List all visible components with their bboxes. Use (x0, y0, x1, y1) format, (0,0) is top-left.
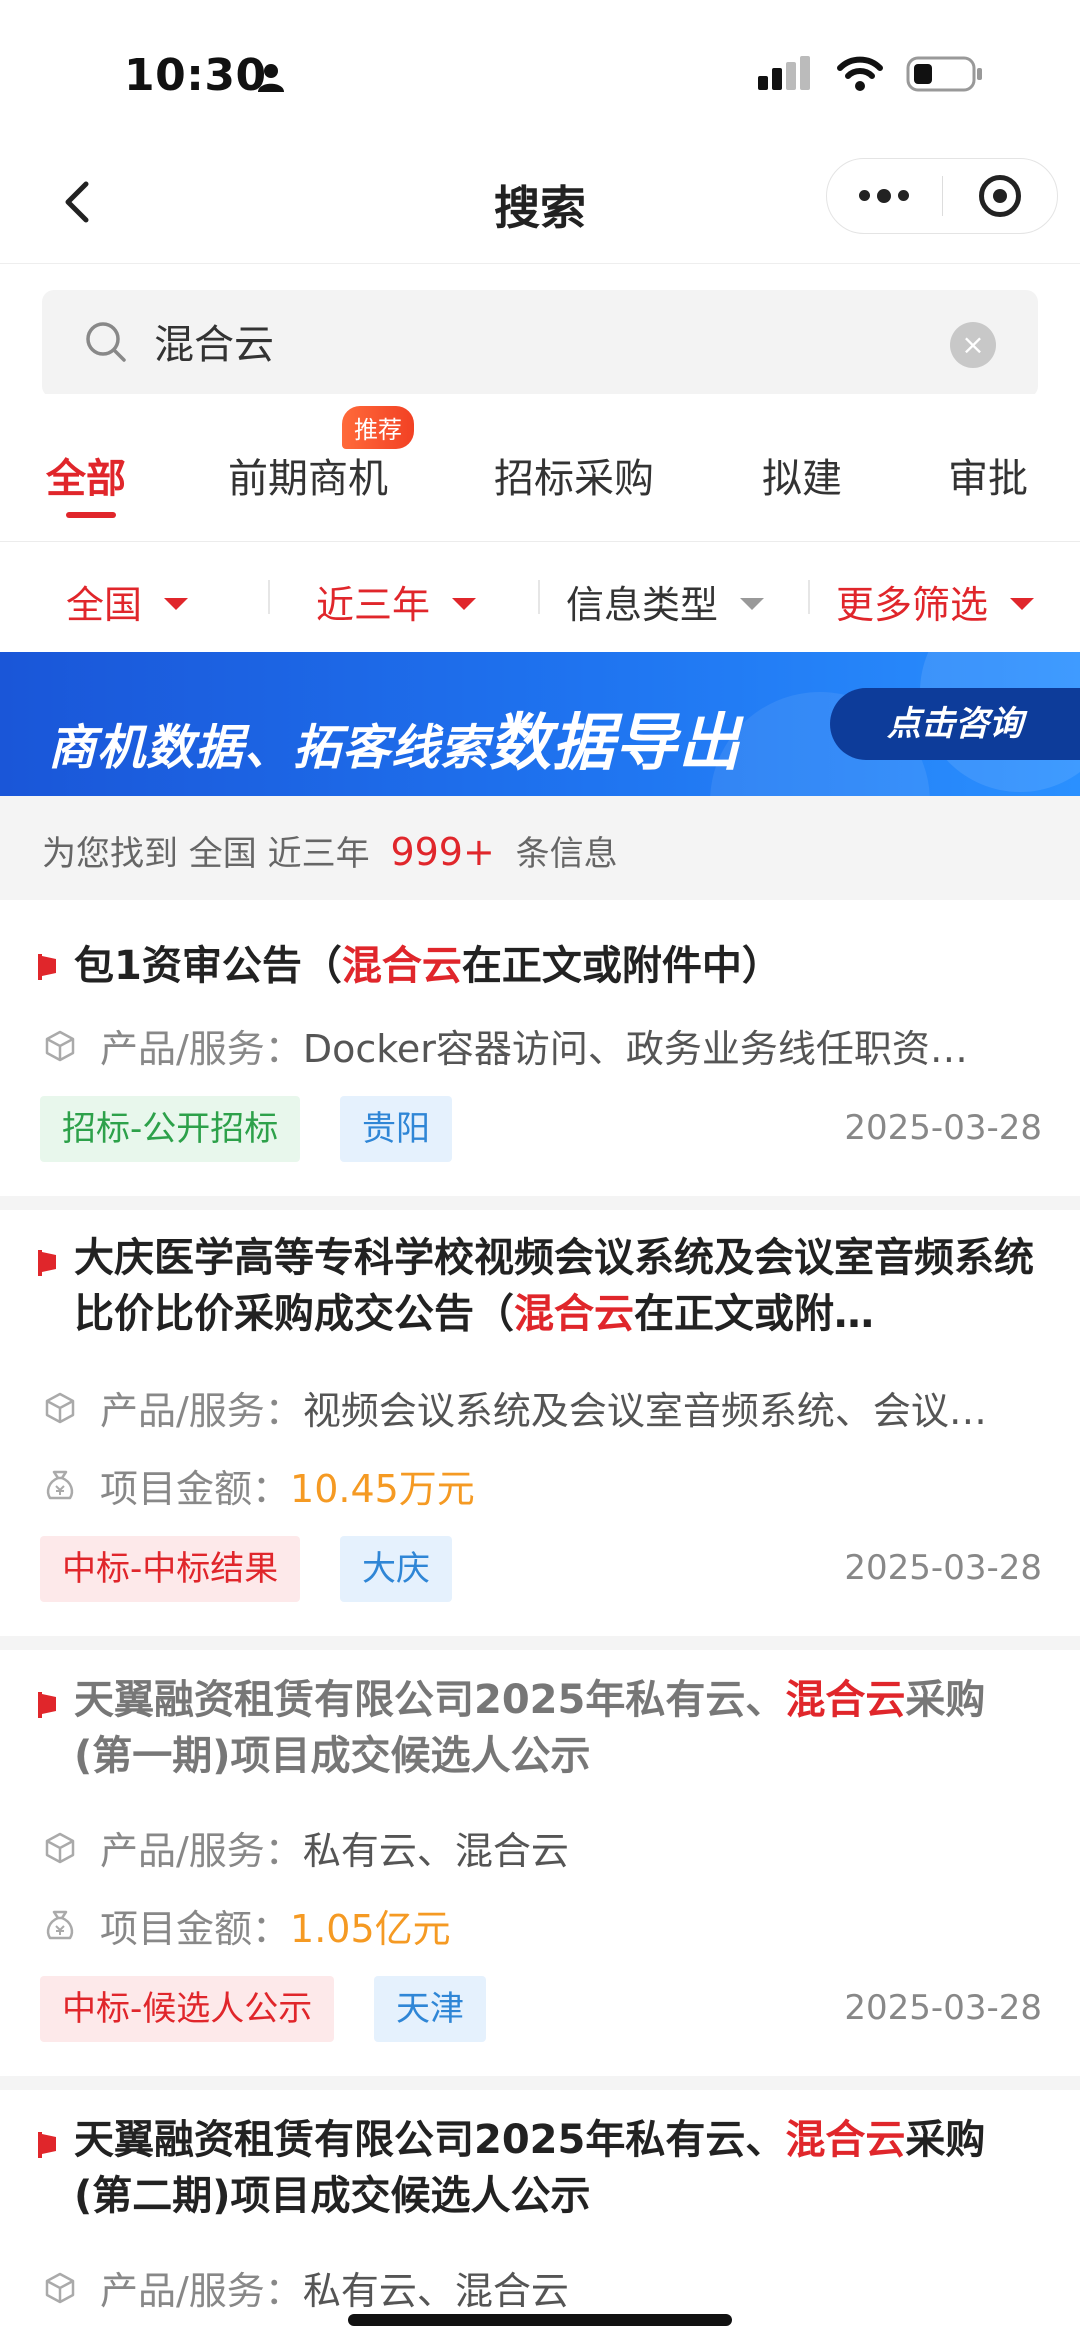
tab-planned[interactable]: 拟建 (762, 446, 842, 504)
target-icon (978, 175, 1021, 217)
cube-icon (45, 1030, 75, 1061)
type-tag: 中标-候选人公示 (40, 1976, 335, 2042)
filter-time[interactable]: 近三年 (316, 574, 477, 629)
battery-icon (906, 56, 982, 92)
filter-bar: 全国 近三年 信息类型 更多筛选 (0, 542, 1080, 652)
product-row: 产品/服务： Docker容器访问、政务业务线任职资… (42, 1018, 968, 1073)
filter-divider (538, 580, 540, 614)
summary-suffix: 条信息 (515, 834, 618, 874)
mini-program-capsule (826, 158, 1058, 234)
home-indicator[interactable] (348, 2314, 732, 2326)
cube-icon (45, 1832, 75, 1863)
status-time: 10:30 (124, 50, 267, 101)
product-label: 产品/服务： (100, 1389, 303, 1433)
status-indicators (758, 56, 984, 92)
more-icon (859, 188, 910, 203)
result-summary: 为您找到 全国 近三年 999+ 条信息 (0, 796, 1080, 900)
person-icon (258, 64, 284, 92)
product-row: 产品/服务： 视频会议系统及会议室音频系统、会议… (42, 1380, 987, 1435)
result-card[interactable]: 大庆医学高等专科学校视频会议系统及会议室音频系统比价比价采购成交公告（混合云在正… (0, 1210, 1080, 1636)
export-banner[interactable]: 商机数据、拓客线索数据导出 点击咨询 (0, 652, 1080, 796)
region-tag: 天津 (374, 1976, 486, 2042)
banner-text-a: 商机数据、拓客线索 (48, 720, 490, 776)
search-icon (86, 322, 126, 362)
filter-more-label: 更多筛选 (836, 583, 989, 627)
filter-more[interactable]: 更多筛选 (836, 574, 1035, 629)
filter-divider (808, 580, 810, 614)
publish-date: 2025-03-28 (844, 1988, 1042, 2028)
search-area: × (0, 264, 1080, 398)
caret-down-icon (452, 597, 477, 610)
result-title: 天翼融资租赁有限公司2025年私有云、混合云采购(第二期)项目成交候选人公示 (74, 2117, 986, 2219)
result-card[interactable]: 天翼融资租赁有限公司2025年私有云、混合云采购(第二期)项目成交候选人公示 产… (0, 2090, 1080, 2348)
amount-row: 项目金额： 10.45万元 (42, 1458, 475, 1513)
result-title: 包1资审公告（混合云在正文或附件中） (74, 943, 782, 989)
amount-label: 项目金额： (100, 1467, 291, 1511)
filter-info-type[interactable]: 信息类型 (566, 574, 765, 629)
result-card[interactable]: 天翼融资租赁有限公司2025年私有云、混合云采购(第一期)项目成交候选人公示 产… (0, 1650, 1080, 2076)
cube-icon (45, 1392, 75, 1423)
flag-icon (38, 2132, 56, 2158)
search-input[interactable] (154, 318, 854, 364)
caret-down-icon (1010, 597, 1035, 610)
amount-row: 项目金额： 1.05亿元 (42, 1898, 451, 1953)
wifi-icon (837, 56, 883, 91)
caret-down-icon (164, 597, 189, 610)
tab-approval[interactable]: 审批 (948, 446, 1028, 504)
signal-icon (758, 56, 810, 90)
filter-info-type-label: 信息类型 (566, 583, 719, 627)
filter-time-label: 近三年 (316, 583, 431, 627)
type-tag: 中标-中标结果 (40, 1536, 301, 1602)
money-bag-icon (46, 1910, 74, 1939)
product-value: 视频会议系统及会议室音频系统、会议… (302, 1389, 987, 1433)
more-button[interactable] (827, 159, 942, 233)
product-value: 私有云、混合云 (302, 1829, 569, 1873)
summary-prefix: 为您找到 全国 近三年 (42, 834, 370, 874)
result-title: 大庆医学高等专科学校视频会议系统及会议室音频系统比价比价采购成交公告（混合云在正… (74, 1235, 1034, 1337)
flag-icon (38, 1250, 56, 1276)
clear-search-button[interactable]: × (950, 322, 996, 368)
recommend-badge: 推荐 (342, 406, 414, 449)
tab-bidding[interactable]: 招标采购 (494, 446, 654, 504)
flag-icon (38, 954, 56, 980)
consult-button[interactable]: 点击咨询 (830, 688, 1080, 760)
filter-region[interactable]: 全国 (66, 574, 189, 629)
cube-icon (45, 2272, 75, 2303)
search-box[interactable]: × (42, 290, 1038, 398)
product-label: 产品/服务： (100, 1829, 303, 1873)
caret-down-icon (740, 597, 765, 610)
summary-text: 为您找到 全国 近三年 999+ 条信息 (42, 826, 618, 875)
amount-value: 10.45万元 (290, 1467, 475, 1511)
amount-label: 项目金额： (100, 1907, 291, 1951)
nav-bar: 搜索 (0, 150, 1080, 264)
result-card[interactable]: 包1资审公告（混合云在正文或附件中） 产品/服务： Docker容器访问、政务业… (0, 900, 1080, 1196)
product-row: 产品/服务： 私有云、混合云 (42, 1820, 569, 1875)
product-row: 产品/服务： 私有云、混合云 (42, 2260, 569, 2315)
tab-early-opportunity[interactable]: 前期商机 (228, 446, 388, 504)
result-count: 999+ (390, 830, 495, 874)
product-label: 产品/服务： (100, 2269, 303, 2313)
banner-headline: 商机数据、拓客线索数据导出 (48, 692, 741, 782)
money-bag-icon (46, 1470, 74, 1499)
product-value: Docker容器访问、政务业务线任职资… (302, 1027, 968, 1071)
product-label: 产品/服务： (100, 1027, 303, 1071)
result-title: 天翼融资租赁有限公司2025年私有云、混合云采购(第一期)项目成交候选人公示 (74, 1677, 986, 1779)
category-tabs: 全部 前期商机 推荐 招标采购 拟建 审批 (0, 394, 1080, 542)
active-tab-indicator (66, 512, 116, 518)
status-bar: 10:30 (0, 0, 1080, 150)
filter-divider (268, 580, 270, 614)
product-value: 私有云、混合云 (302, 2269, 569, 2313)
publish-date: 2025-03-28 (844, 1548, 1042, 1588)
banner-text-b: 数据导出 (489, 706, 742, 779)
flag-icon (38, 1692, 56, 1718)
amount-value: 1.05亿元 (290, 1907, 451, 1951)
close-program-button[interactable] (943, 159, 1058, 233)
filter-region-label: 全国 (66, 583, 143, 627)
publish-date: 2025-03-28 (844, 1108, 1042, 1148)
region-tag: 贵阳 (340, 1096, 452, 1162)
tab-all[interactable]: 全部 (46, 446, 126, 504)
region-tag: 大庆 (340, 1536, 452, 1602)
type-tag: 招标-公开招标 (40, 1096, 301, 1162)
